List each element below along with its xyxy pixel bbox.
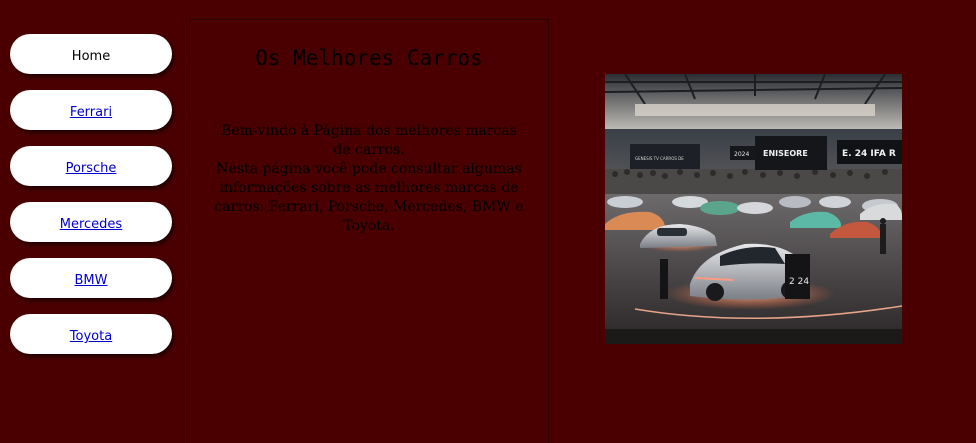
sidebar-nav: Home Ferrari Porsche Mercedes BMW Toyota — [10, 34, 172, 370]
person — [880, 224, 886, 254]
sign-center-text: ENISEORE — [763, 149, 808, 158]
page-title: Os Melhores Carros — [255, 46, 483, 70]
nav-toyota-link[interactable]: Toyota — [10, 314, 172, 354]
stand-label: 2 24 — [789, 277, 809, 287]
intro-line-2: Nesta página você pode consultar algumas… — [214, 161, 524, 234]
nav-ferrari-link[interactable]: Ferrari — [10, 90, 172, 130]
nav-porsche-link[interactable]: Porsche — [10, 146, 172, 186]
nav-bmw-link[interactable]: BMW — [10, 258, 172, 298]
svg-text:2024: 2024 — [734, 151, 749, 158]
car-showroom-image: GENESIS TV CARROS DE 2024 ENISEORE E. 24… — [605, 74, 902, 344]
sign-right-text: E. 24 IFA R — [842, 149, 896, 159]
nav-home-button[interactable]: Home — [10, 34, 172, 74]
intro-line-1: Bem-vindo à Página dos melhores marcas d… — [221, 123, 517, 158]
nav-mercedes-link[interactable]: Mercedes — [10, 202, 172, 242]
main-content: Os Melhores Carros Bem-vindo à Página do… — [189, 19, 549, 443]
screen-text: GENESIS TV CARROS DE — [635, 156, 684, 161]
intro-text: Bem-vindo à Página dos melhores marcas d… — [190, 122, 548, 236]
